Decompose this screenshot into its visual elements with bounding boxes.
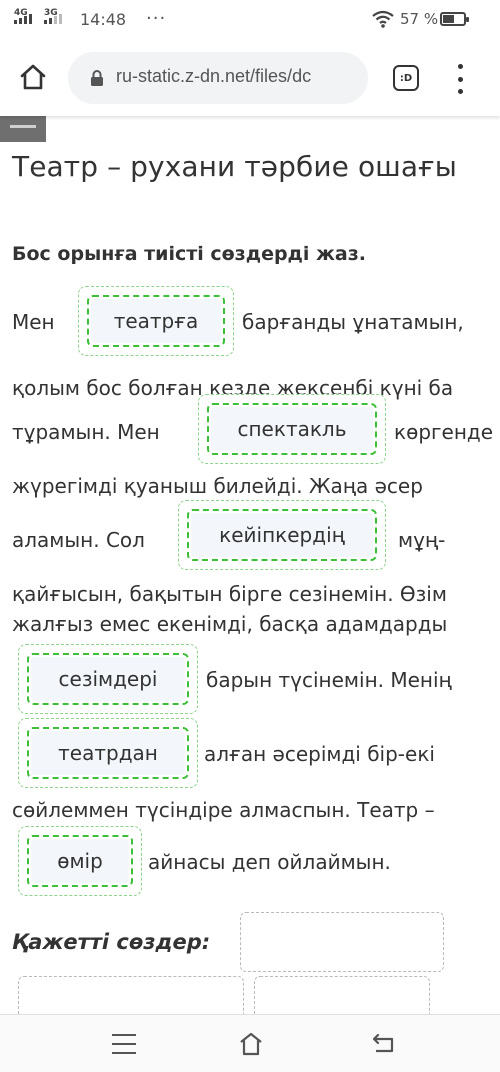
answer-word[interactable]: кейіпкердің — [191, 513, 373, 557]
answer-word[interactable]: спектакль — [211, 407, 373, 451]
passage-text: Мен — [12, 310, 55, 334]
answer-slot-1[interactable]: театрға — [78, 286, 234, 356]
lock-icon — [90, 69, 104, 91]
answer-slot-2[interactable]: спектакль — [198, 394, 386, 464]
passage-text: мұң- — [398, 528, 446, 552]
answer-word[interactable]: театрға — [91, 299, 221, 343]
answer-slot-6[interactable]: өмір — [18, 826, 142, 896]
signal-icon — [44, 14, 62, 24]
answer-word[interactable]: сезімдері — [31, 657, 185, 701]
status-bar: 4G 3G 14:48 ··· 57 % — [0, 0, 500, 40]
battery-icon — [440, 12, 469, 26]
page-header-strip — [0, 116, 46, 142]
task-instruction: Бос орынға тиісті сөздерді жаз. — [12, 243, 367, 265]
tab-switcher-button[interactable]: :D — [393, 65, 419, 91]
menu-icon[interactable] — [112, 1031, 142, 1057]
passage-text: қайғысын, бақытын бірге сезінемін. Өзім — [12, 582, 447, 606]
back-icon[interactable] — [368, 1031, 398, 1057]
wifi-icon — [372, 10, 394, 32]
passage-text: тұрамын. Мен — [12, 420, 160, 444]
needed-words-label: Қажетті сөздер: — [12, 930, 211, 954]
more-notifications-icon: ··· — [146, 8, 167, 29]
battery-fill — [443, 15, 455, 23]
word-bank-slot[interactable] — [240, 912, 444, 972]
passage-text: сөйлеммен түсіндіре алмаспын. Театр – — [12, 798, 435, 822]
answer-slot-5[interactable]: театрдан — [18, 718, 198, 788]
signal-icon — [14, 14, 32, 24]
url-text: ru-static.z-dn.net/files/dc — [116, 66, 312, 86]
passage-text: жүрегімді қуаныш билейді. Жаңа әсер — [12, 474, 423, 498]
address-bar[interactable]: ru-static.z-dn.net/files/dc — [68, 52, 368, 104]
system-nav-bar — [0, 1014, 500, 1072]
answer-slot-4[interactable]: сезімдері — [18, 644, 198, 714]
battery-percent: 57 % — [400, 10, 439, 28]
answer-word[interactable]: өмір — [31, 839, 129, 883]
browser-menu-button[interactable] — [454, 64, 466, 94]
answer-word[interactable]: театрдан — [31, 731, 185, 775]
passage-text: көргенде — [394, 420, 494, 444]
passage-text: айнасы деп ойлаймын. — [148, 850, 391, 874]
home-nav-icon[interactable] — [236, 1031, 266, 1057]
passage-text: барғанды ұнатамын, — [242, 310, 464, 334]
passage-text: жалғыз емес екенімді, басқа адамдарды — [12, 612, 448, 636]
answer-slot-3[interactable]: кейіпкердің — [178, 500, 386, 570]
passage-text: аламын. Сол — [12, 528, 145, 552]
clock: 14:48 — [80, 10, 127, 29]
home-icon[interactable] — [18, 62, 48, 92]
passage-text: алған әсерімді бір-екі — [204, 742, 435, 766]
page-title: Театр – рухани тәрбие ошағы — [12, 150, 457, 183]
passage-text: барын түсінемін. Менің — [206, 668, 452, 692]
browser-toolbar: ru-static.z-dn.net/files/dc :D — [0, 40, 500, 116]
